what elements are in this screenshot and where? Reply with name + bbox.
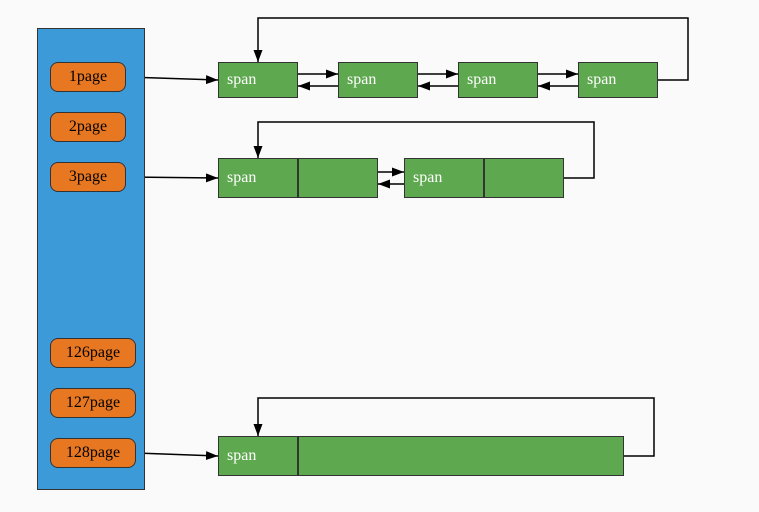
span-label: span xyxy=(227,71,256,89)
page-button-127page[interactable]: 127page xyxy=(50,388,136,418)
page-button-128page[interactable]: 128page xyxy=(50,438,136,468)
span-box: span xyxy=(404,158,484,198)
span-box-blank xyxy=(298,158,378,198)
page-button-126page[interactable]: 126page xyxy=(50,338,136,368)
sidebar xyxy=(37,28,145,490)
span-label: span xyxy=(587,71,616,89)
span-box: span xyxy=(338,62,418,98)
span-label: span xyxy=(227,447,256,465)
span-box: span xyxy=(218,62,298,98)
diagram-stage: 1page 2page 3page 126page 127page 128page span… xyxy=(0,0,759,512)
span-box: span xyxy=(218,158,298,198)
page-button-label: 128page xyxy=(66,444,120,462)
page-button-3page[interactable]: 3page xyxy=(50,162,126,192)
span-label: span xyxy=(413,169,442,187)
span-label: span xyxy=(227,169,256,187)
span-box: span xyxy=(458,62,538,98)
span-box-blank xyxy=(484,158,564,198)
page-button-label: 126page xyxy=(66,344,120,362)
span-label: span xyxy=(467,71,496,89)
page-button-label: 127page xyxy=(66,394,120,412)
page-button-label: 3page xyxy=(69,168,107,186)
page-button-2page[interactable]: 2page xyxy=(50,112,126,142)
page-button-label: 2page xyxy=(69,118,107,136)
page-button-label: 1page xyxy=(69,68,107,86)
span-box: span xyxy=(578,62,658,98)
span-box-blank xyxy=(298,436,624,476)
span-label: span xyxy=(347,71,376,89)
span-box: span xyxy=(218,436,298,476)
page-button-1page[interactable]: 1page xyxy=(50,62,126,92)
